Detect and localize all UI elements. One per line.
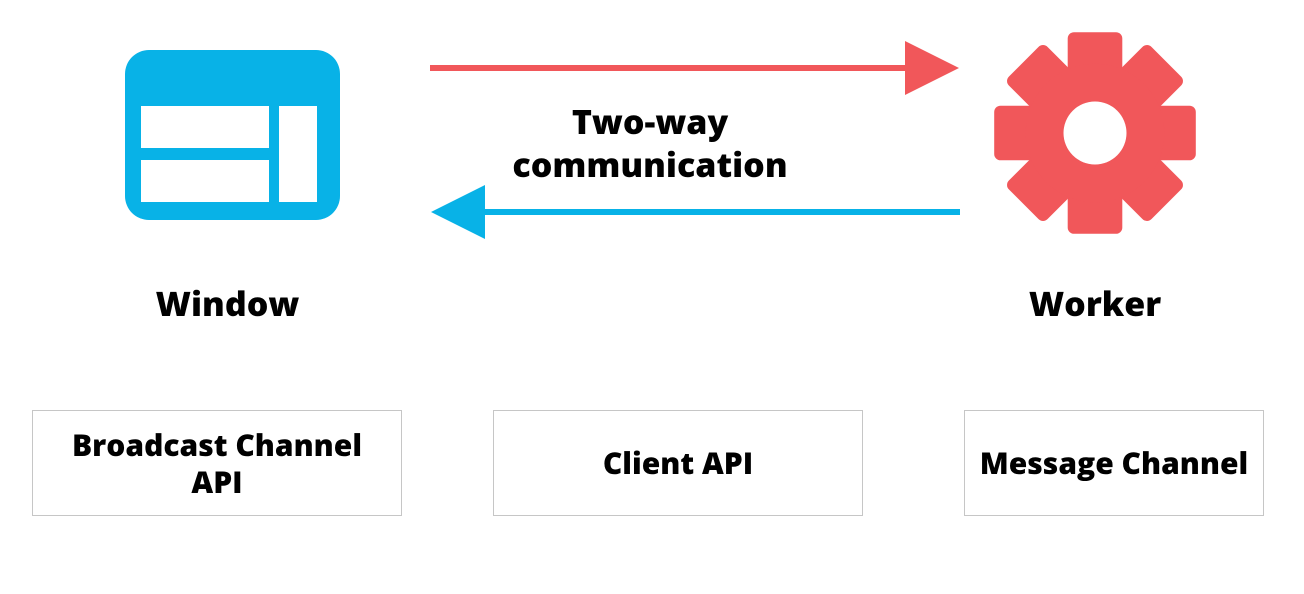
box-label: Message Channel — [980, 444, 1248, 482]
box-client-api: Client API — [493, 410, 863, 516]
box-label: Client API — [603, 444, 753, 482]
window-panel-icon — [125, 50, 340, 220]
window-pane — [141, 160, 269, 202]
center-label: Two-way communication — [460, 100, 840, 185]
window-label: Window — [115, 280, 340, 326]
worker-label: Worker — [985, 280, 1205, 326]
window-pane — [279, 106, 317, 202]
gear-icon — [990, 28, 1200, 238]
box-label: Broadcast Channel API — [45, 426, 389, 501]
box-broadcast-channel: Broadcast Channel API — [32, 410, 402, 516]
box-message-channel: Message Channel — [964, 410, 1264, 516]
window-pane — [141, 106, 269, 148]
